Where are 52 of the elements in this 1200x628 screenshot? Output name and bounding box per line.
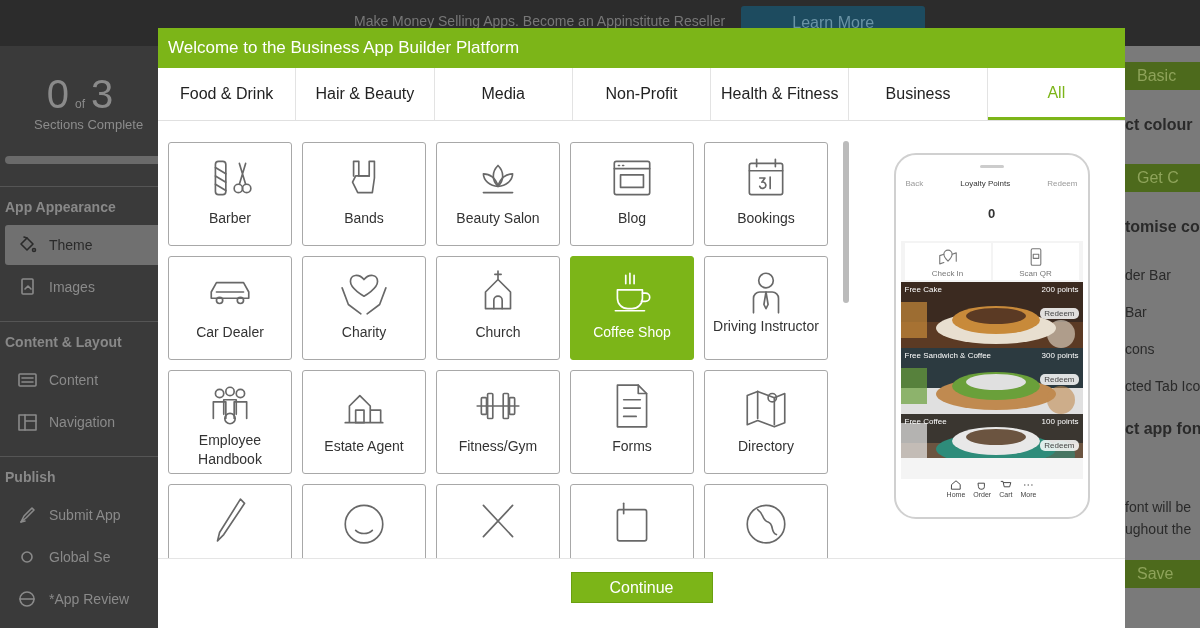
layout-icon [17,412,37,432]
option-label: Bar [1125,304,1148,320]
option-label: cted Tab Ico [1125,378,1200,394]
list-icon [17,370,37,390]
progress-caption: Sections Complete [34,117,144,132]
action-tile[interactable]: Scan QR [992,243,1079,280]
promo-text: Make Money Selling Apps. Become an Appinstitute Reseller [354,13,726,29]
panel-heading: tomise co [1125,218,1200,236]
of-label: of [75,97,85,111]
template-tile[interactable] [704,484,828,558]
template-tile[interactable]: Charity [302,256,426,360]
template-tile[interactable] [570,484,694,558]
section-heading: Content & Layout [4,333,123,352]
option-label: cons [1125,341,1156,357]
template-tile[interactable]: Blog [570,142,694,246]
template-tile[interactable]: Estate Agent [302,370,426,474]
modal-title: Welcome to the Business App Builder Platform [158,28,1125,68]
paint-bucket-icon [17,235,37,255]
redeem-button[interactable]: Redeem [1040,440,1079,451]
option-label: der Bar [1125,267,1172,283]
panel-text: font will be [1125,498,1193,517]
redeem-button[interactable]: Redeem [1040,308,1079,319]
template-tile[interactable]: Driving Instructor [704,256,828,360]
template-tile[interactable]: Directory [704,370,828,474]
template-tile[interactable]: Bookings [704,142,828,246]
home-icon [949,479,962,491]
panel-text: ughout the [1125,520,1193,539]
section-heading: Publish [4,468,57,487]
template-tile[interactable] [168,484,292,558]
template-tile[interactable] [436,484,560,558]
reward-points: 200 points [1041,285,1079,294]
points-total: 0 [900,192,1083,241]
action-tile[interactable]: Check In [904,243,991,280]
scrollbar[interactable] [843,141,849,303]
reward-points: 100 points [1041,417,1079,426]
template-tile[interactable]: Forms [570,370,694,474]
template-tile[interactable]: Beauty Salon [436,142,560,246]
section-heading: App Appearance [4,198,117,217]
globe-icon [17,589,37,609]
panel-heading: ct colour [1125,116,1194,134]
template-tile[interactable]: Barber [168,142,292,246]
reward-name: Free Cake [904,285,942,294]
panel-heading: ct app fon [1125,420,1200,438]
template-tile[interactable]: Employee Handbook [168,370,292,474]
template-tile[interactable]: Fitness/Gym [436,370,560,474]
screen-title: Loyalty Points [960,178,1011,188]
template-tile[interactable]: Bands [302,142,426,246]
completed-count: 0 [46,72,69,117]
template-tile[interactable]: Car Dealer [168,256,292,360]
total-count: 3 [91,72,114,117]
template-tile[interactable]: Church [436,256,560,360]
template-tile[interactable] [302,484,426,558]
